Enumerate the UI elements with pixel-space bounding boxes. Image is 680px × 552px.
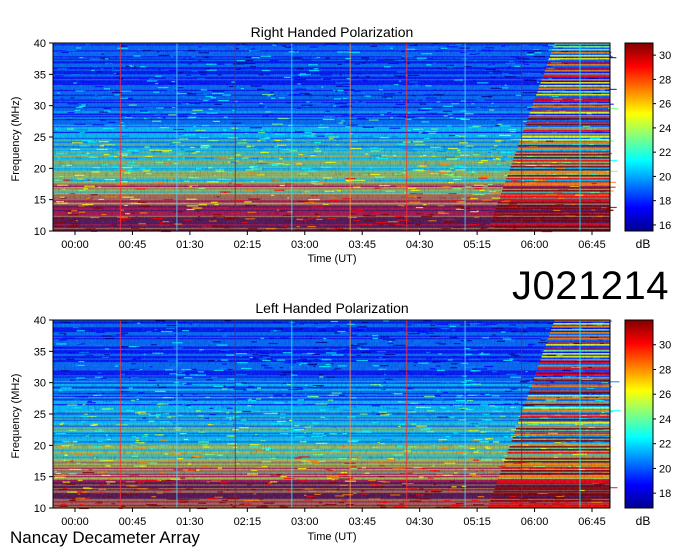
x-tick-label: 00:00 — [61, 239, 89, 251]
x-tick-label: 00:45 — [119, 239, 147, 251]
observation-id: J021214 — [512, 264, 669, 308]
y-tick-label: 10 — [34, 226, 46, 238]
right-polarization-panel: Right Handed Polarization 00:00 00:45 01:3… — [10, 24, 671, 265]
y-tick-label: 15 — [34, 472, 46, 484]
y-tick-label: 35 — [34, 69, 46, 81]
y-tick-label: 15 — [34, 195, 46, 207]
y-tick-label: 25 — [34, 132, 46, 144]
x-axis-label: Time (UT) — [307, 253, 356, 265]
y-tick-label: 10 — [34, 503, 46, 515]
y-tick-labels: 10 15 20 25 30 35 40 — [34, 315, 53, 515]
colorbar-tick-label: 18 — [659, 488, 671, 500]
y-tick-label: 40 — [34, 315, 46, 327]
x-tick-label: 02:15 — [234, 516, 262, 528]
x-tick-label: 06:00 — [521, 516, 549, 528]
colorbar-tick-label: 24 — [659, 123, 671, 135]
colorbar-tick-label: 22 — [659, 147, 671, 159]
colorbar-tick-label: 30 — [659, 50, 671, 62]
colorbar-tick-label: 26 — [659, 99, 671, 111]
y-tick-label: 35 — [34, 346, 46, 358]
spectrogram — [52, 42, 619, 233]
instrument-name: Nancay Decameter Array — [10, 528, 200, 547]
colorbar-tick-label: 18 — [659, 196, 671, 208]
panel-title: Right Handed Polarization — [251, 24, 414, 40]
colorbar-tick-label: 22 — [659, 439, 671, 451]
y-tick-label: 30 — [34, 378, 46, 390]
y-tick-label: 25 — [34, 409, 46, 421]
spectrogram — [52, 319, 621, 510]
colorbar: 18 20 22 24 26 28 30 — [624, 319, 671, 509]
y-tick-label: 30 — [34, 101, 46, 113]
y-axis-label: Frequency (MHz) — [10, 97, 22, 182]
x-tick-label: 05:15 — [463, 239, 491, 251]
x-tick-label: 00:00 — [61, 516, 89, 528]
colorbar-label: dB — [636, 514, 651, 528]
x-tick-label: 04:30 — [406, 239, 434, 251]
colorbar-scale — [624, 319, 654, 509]
colorbar-tick-label: 20 — [659, 463, 671, 475]
colorbar-tick-label: 20 — [659, 171, 671, 183]
x-tick-label: 03:45 — [348, 239, 376, 251]
y-tick-label: 40 — [34, 38, 46, 50]
colorbar-scale — [624, 42, 654, 232]
x-tick-label: 03:45 — [348, 516, 376, 528]
x-tick-label: 06:45 — [578, 239, 606, 251]
y-axis-label: Frequency (MHz) — [10, 374, 22, 459]
x-axis-label: Time (UT) — [307, 531, 356, 543]
colorbar-tick-label: 16 — [659, 220, 671, 232]
colorbar-label: dB — [636, 237, 651, 251]
x-tick-label: 06:45 — [578, 516, 606, 528]
x-tick-label: 04:30 — [406, 516, 434, 528]
x-tick-label: 05:15 — [463, 516, 491, 528]
colorbar: 16 18 20 22 24 26 28 30 — [624, 42, 671, 232]
x-tick-label: 02:15 — [234, 239, 262, 251]
colorbar-tick-label: 28 — [659, 74, 671, 86]
x-tick-label: 00:45 — [119, 516, 147, 528]
x-tick-label: 03:00 — [291, 239, 319, 251]
colorbar-tick-label: 30 — [659, 340, 671, 352]
x-tick-label: 01:30 — [176, 239, 204, 251]
y-tick-label: 20 — [34, 440, 46, 452]
colorbar-tick-label: 28 — [659, 364, 671, 376]
y-tick-label: 20 — [34, 163, 46, 175]
y-tick-labels: 10 15 20 25 30 35 40 — [34, 38, 53, 238]
x-tick-labels: 00:00 00:45 01:30 02:15 03:00 03:45 04:30 05:15… — [61, 231, 606, 251]
left-polarization-panel: Left Handed Polarization 00:00 00:45 01:30… — [10, 300, 671, 543]
x-tick-label: 03:00 — [291, 516, 319, 528]
colorbar-tick-label: 26 — [659, 389, 671, 401]
panel-title: Left Handed Polarization — [255, 300, 408, 316]
x-tick-labels: 00:00 00:45 01:30 02:15 03:00 03:45 04:30 05:15… — [61, 508, 606, 528]
colorbar-tick-label: 24 — [659, 414, 671, 426]
x-tick-label: 01:30 — [176, 516, 204, 528]
x-tick-label: 06:00 — [521, 239, 549, 251]
